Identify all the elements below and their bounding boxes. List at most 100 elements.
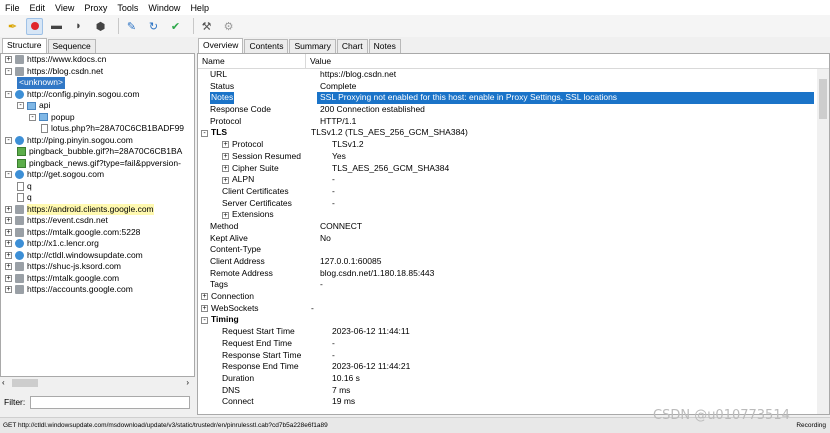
- tree-item[interactable]: <unknown>: [1, 77, 194, 89]
- tab-sequence[interactable]: Sequence: [47, 39, 96, 53]
- table-row[interactable]: + Connection: [198, 291, 829, 303]
- tree-item[interactable]: + http://x1.c.lencr.org: [1, 238, 194, 250]
- tree-item[interactable]: - http://config.pinyin.sogou.com: [1, 89, 194, 101]
- expand-icon[interactable]: +: [5, 56, 12, 64]
- scrollbar-thumb[interactable]: [819, 79, 827, 119]
- tree-item[interactable]: - http://ping.pinyin.sogou.com: [1, 135, 194, 147]
- table-row[interactable]: Remote Address blog.csdn.net/1.180.18.85:…: [198, 268, 829, 280]
- table-row[interactable]: Request Start Time 2023-06-12 11:44:11: [198, 326, 829, 338]
- expand-icon[interactable]: +: [5, 274, 12, 282]
- expand-icon[interactable]: +: [5, 217, 12, 225]
- tree-item[interactable]: + http://ctldl.windowsupdate.com: [1, 250, 194, 262]
- tree-item[interactable]: - https://blog.csdn.net: [1, 66, 194, 78]
- collapse-icon[interactable]: -: [201, 316, 208, 324]
- table-row[interactable]: Status Complete: [198, 81, 829, 93]
- tree-item[interactable]: + https://android.clients.google.com: [1, 203, 194, 215]
- tab-overview[interactable]: Overview: [198, 38, 244, 53]
- menu-item-file[interactable]: File: [0, 3, 25, 13]
- table-row[interactable]: Kept Alive No: [198, 233, 829, 245]
- table-row[interactable]: Server Certificates -: [198, 198, 829, 210]
- table-row[interactable]: Response End Time 2023-06-12 11:44:21: [198, 361, 829, 373]
- tree-item[interactable]: lotus.php?h=28A70C6CB1BADF99: [1, 123, 194, 135]
- collapse-icon[interactable]: -: [17, 102, 24, 110]
- tab-structure[interactable]: Structure: [2, 38, 47, 53]
- tree-item[interactable]: + https://accounts.google.com: [1, 284, 194, 296]
- menu-item-help[interactable]: Help: [185, 3, 214, 13]
- tab-contents[interactable]: Contents: [244, 39, 289, 53]
- collapse-icon[interactable]: -: [5, 136, 12, 144]
- column-header-value[interactable]: Value: [306, 54, 331, 68]
- table-row[interactable]: + Session Resumed Yes: [198, 151, 829, 163]
- table-row[interactable]: DNS 7 ms: [198, 385, 829, 397]
- menu-item-window[interactable]: Window: [143, 3, 185, 13]
- expand-icon[interactable]: +: [222, 153, 229, 161]
- tree-item[interactable]: + https://mtalk.google.com: [1, 273, 194, 285]
- pen-icon[interactable]: ✎: [123, 18, 140, 35]
- table-row[interactable]: + ALPN -: [198, 174, 829, 186]
- tree-item[interactable]: q: [1, 192, 194, 204]
- table-row[interactable]: Duration 10.16 s: [198, 373, 829, 385]
- expand-icon[interactable]: +: [5, 240, 12, 248]
- throttle-icon[interactable]: ▬: [48, 18, 65, 35]
- menu-item-view[interactable]: View: [50, 3, 79, 13]
- collapse-icon[interactable]: -: [201, 129, 208, 137]
- table-row[interactable]: Response Code 200 Connection established: [198, 104, 829, 116]
- collapse-icon[interactable]: -: [29, 113, 36, 121]
- scrollbar-thumb[interactable]: [12, 379, 38, 387]
- expand-icon[interactable]: +: [222, 211, 229, 219]
- tab-summary[interactable]: Summary: [289, 39, 336, 53]
- breakpoint-icon[interactable]: ⬢: [92, 18, 109, 35]
- table-row[interactable]: Connect 19 ms: [198, 396, 829, 408]
- tree-item[interactable]: - popup: [1, 112, 194, 124]
- table-row[interactable]: Content-Type: [198, 244, 829, 256]
- table-row[interactable]: - TLS TLSv1.2 (TLS_AES_256_GCM_SHA384): [198, 127, 829, 139]
- refresh-icon[interactable]: ↻: [145, 18, 162, 35]
- tree-item[interactable]: - http://get.sogou.com: [1, 169, 194, 181]
- expand-icon[interactable]: +: [222, 176, 229, 184]
- expand-icon[interactable]: +: [222, 141, 229, 149]
- tools-icon[interactable]: ⚒: [198, 18, 215, 35]
- tree-item[interactable]: q: [1, 181, 194, 193]
- tab-chart[interactable]: Chart: [336, 39, 368, 53]
- scroll-left-icon[interactable]: ‹: [2, 378, 5, 387]
- tree-item[interactable]: - api: [1, 100, 194, 112]
- tree-item[interactable]: + https://mtalk.google.com:5228: [1, 227, 194, 239]
- broom-icon[interactable]: ✒: [4, 18, 21, 35]
- table-row[interactable]: URL https://blog.csdn.net: [198, 69, 829, 81]
- menu-item-tools[interactable]: Tools: [112, 3, 143, 13]
- tree-item[interactable]: + https://www.kdocs.cn: [1, 54, 194, 66]
- table-row[interactable]: + WebSockets -: [198, 303, 829, 315]
- settings-icon[interactable]: ⚙: [220, 18, 237, 35]
- expand-icon[interactable]: +: [222, 164, 229, 172]
- table-row[interactable]: + Protocol TLSv1.2: [198, 139, 829, 151]
- table-row[interactable]: Client Address 127.0.0.1:60085: [198, 256, 829, 268]
- vertical-scrollbar[interactable]: [817, 69, 829, 414]
- table-row[interactable]: Notes SSL Proxying not enabled for this h…: [198, 92, 829, 105]
- tree-item[interactable]: + https://event.csdn.net: [1, 215, 194, 227]
- collapse-icon[interactable]: -: [5, 90, 12, 98]
- menu-item-edit[interactable]: Edit: [25, 3, 51, 13]
- tree-item[interactable]: pingback_bubble.gif?h=28A70C6CB1BA: [1, 146, 194, 158]
- table-row[interactable]: Client Certificates -: [198, 186, 829, 198]
- horizontal-scrollbar[interactable]: ‹ ›: [0, 378, 193, 388]
- table-row[interactable]: Request End Time -: [198, 338, 829, 350]
- scroll-right-icon[interactable]: ›: [186, 378, 189, 387]
- column-header-name[interactable]: Name: [198, 54, 306, 68]
- expand-icon[interactable]: +: [5, 228, 12, 236]
- expand-icon[interactable]: +: [5, 263, 12, 271]
- collapse-icon[interactable]: -: [5, 171, 12, 179]
- tree-item[interactable]: + https://shuc-js.ksord.com: [1, 261, 194, 273]
- menu-item-proxy[interactable]: Proxy: [79, 3, 112, 13]
- table-row[interactable]: + Cipher Suite TLS_AES_256_GCM_SHA384: [198, 163, 829, 175]
- check-icon[interactable]: ✔: [167, 18, 184, 35]
- table-row[interactable]: - Timing: [198, 314, 829, 326]
- expand-icon[interactable]: +: [5, 286, 12, 294]
- tab-notes[interactable]: Notes: [368, 39, 401, 53]
- table-row[interactable]: + Extensions: [198, 209, 829, 221]
- expand-icon[interactable]: +: [201, 305, 208, 313]
- table-row[interactable]: Tags -: [198, 279, 829, 291]
- expand-icon[interactable]: +: [5, 251, 12, 259]
- expand-icon[interactable]: +: [5, 205, 12, 213]
- turtle-icon[interactable]: ◗: [70, 18, 87, 35]
- table-row[interactable]: Protocol HTTP/1.1: [198, 116, 829, 128]
